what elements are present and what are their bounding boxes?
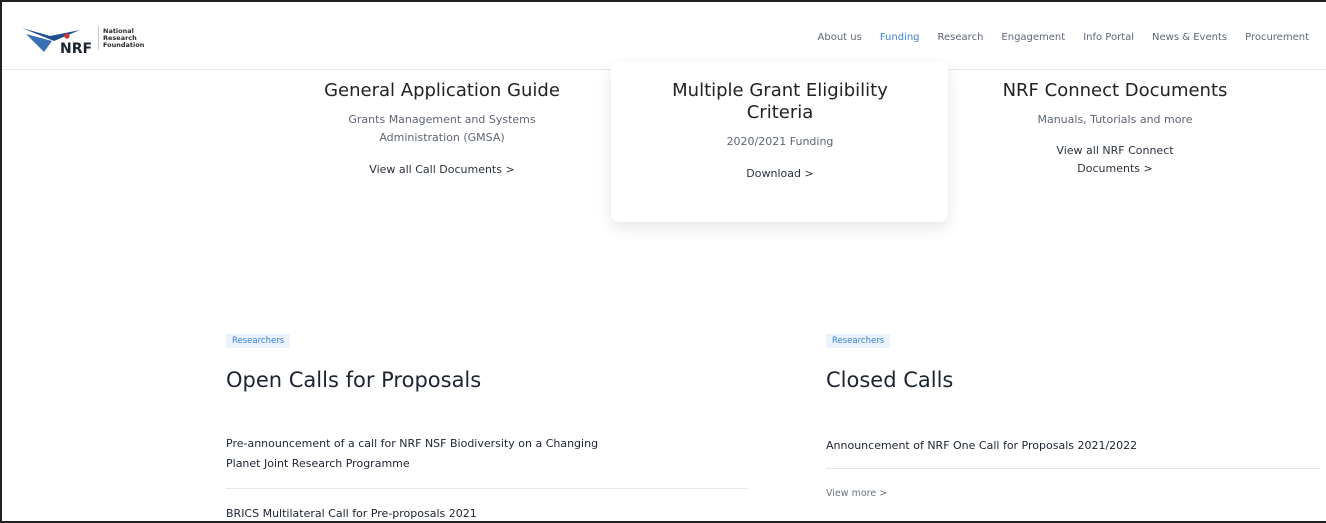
nrf-logo[interactable]: NRF — [20, 24, 170, 57]
page: NRF National Research Foundation About u… — [0, 0, 1326, 523]
download-link[interactable]: Download > — [622, 165, 938, 183]
nav-engagement[interactable]: Engagement — [992, 32, 1074, 43]
view-more-link[interactable]: View more > — [826, 488, 887, 499]
researchers-tag[interactable]: Researchers — [226, 334, 291, 348]
nav-about-us[interactable]: About us — [809, 32, 871, 43]
svg-text:NRF: NRF — [60, 41, 92, 56]
logo-separator — [98, 26, 99, 50]
view-call-documents-link[interactable]: View all Call Documents > — [284, 161, 600, 179]
closed-calls-title: Closed Calls — [826, 368, 954, 392]
nrf-swoosh-icon: NRF — [22, 28, 92, 57]
card-subtitle: 2020/2021 Funding — [726, 135, 834, 148]
card-title: NRF Connect Documents — [1002, 80, 1228, 101]
card-eligibility-criteria: Multiple Grant Eligibility Criteria 2020… — [622, 80, 938, 183]
logo-wordmark: National Research Foundation — [103, 27, 145, 49]
site-header: NRF National Research Foundation About u… — [2, 2, 1326, 70]
divider — [226, 488, 748, 489]
nav-research[interactable]: Research — [929, 32, 993, 43]
researchers-tag[interactable]: Researchers — [826, 334, 891, 348]
open-calls-title: Open Calls for Proposals — [226, 368, 482, 392]
card-subtitle: Manuals, Tutorials and more — [1037, 113, 1193, 126]
closed-call-item[interactable]: Announcement of NRF One Call for Proposa… — [826, 436, 1137, 456]
divider — [826, 468, 1320, 469]
card-subtitle: Grants Management and Systems Administra… — [348, 113, 536, 144]
card-connect-documents: NRF Connect Documents Manuals, Tutorials… — [957, 80, 1273, 178]
card-title: General Application Guide — [324, 80, 560, 101]
card-title: Multiple Grant Eligibility Criteria — [672, 80, 888, 123]
nav-funding[interactable]: Funding — [871, 32, 929, 70]
open-call-item[interactable]: BRICS Multilateral Call for Pre-proposal… — [226, 504, 477, 521]
view-connect-documents-link[interactable]: View all NRF Connect Documents > — [957, 142, 1273, 178]
main-nav: About us Funding Research Engagement Inf… — [809, 32, 1318, 70]
nav-procurement[interactable]: Procurement — [1236, 32, 1318, 43]
nav-news-events[interactable]: News & Events — [1143, 32, 1236, 43]
nav-info-portal[interactable]: Info Portal — [1074, 32, 1143, 43]
card-application-guide: General Application Guide Grants Managem… — [284, 80, 600, 179]
open-call-item[interactable]: Pre-announcement of a call for NRF NSF B… — [226, 434, 598, 474]
